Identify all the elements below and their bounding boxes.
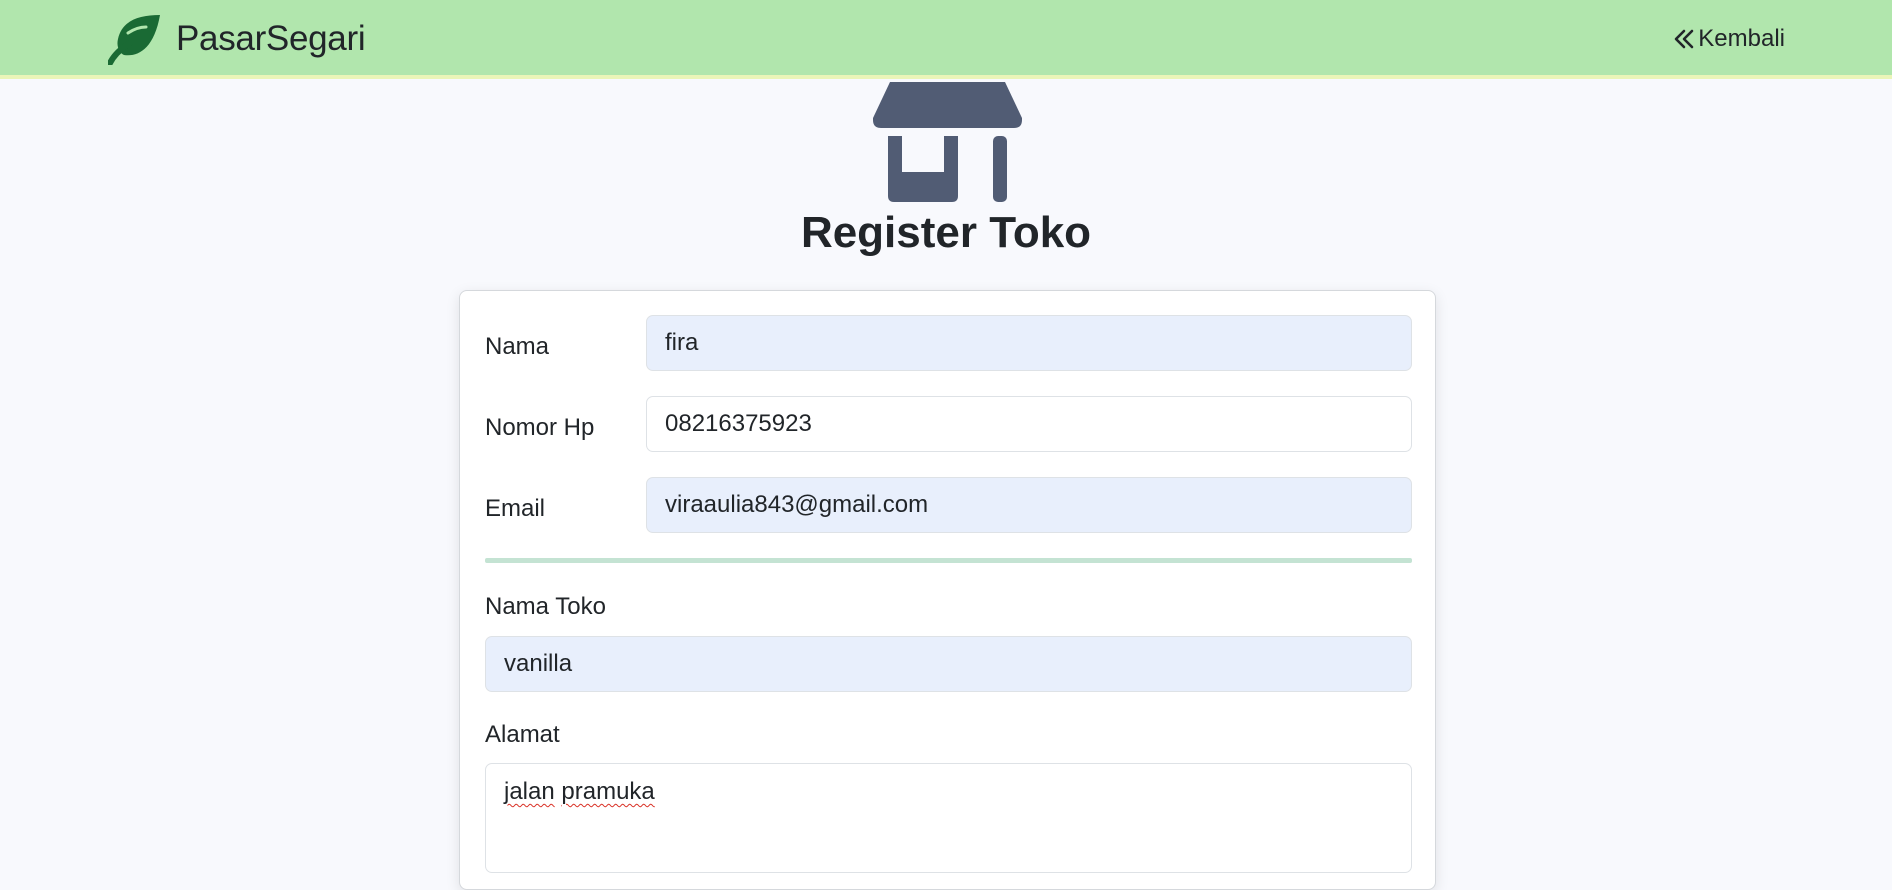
email-input[interactable] — [646, 477, 1412, 533]
nama-label: Nama — [485, 333, 550, 360]
navbar: PasarSegari Kembali — [0, 0, 1892, 79]
register-form-card: Nama Nomor Hp Email Nama Toko Alamat jal… — [459, 290, 1436, 890]
nama-input[interactable] — [646, 315, 1412, 371]
back-label: Kembali — [1698, 25, 1785, 52]
nama-toko-input[interactable] — [485, 636, 1412, 692]
alamat-textarea[interactable]: jalan pramuka — [485, 763, 1412, 873]
back-link[interactable]: Kembali — [1672, 22, 1785, 56]
alamat-word-1: jalan — [504, 778, 555, 805]
leaf-icon — [108, 15, 160, 65]
email-label: Email — [485, 495, 546, 522]
alamat-label: Alamat — [485, 721, 560, 748]
section-divider — [485, 558, 1412, 563]
alamat-word-2: pramuka — [561, 778, 655, 805]
brand-link[interactable]: PasarSegari — [108, 12, 366, 66]
nama-toko-label: Nama Toko — [485, 593, 606, 620]
double-chevron-left-icon — [1674, 29, 1694, 49]
brand-name: PasarSegari — [176, 19, 366, 58]
nomor-hp-label: Nomor Hp — [485, 414, 595, 441]
page-title: Register Toko — [800, 208, 1092, 257]
shop-icon — [873, 82, 1022, 202]
nomor-hp-input[interactable] — [646, 396, 1412, 452]
